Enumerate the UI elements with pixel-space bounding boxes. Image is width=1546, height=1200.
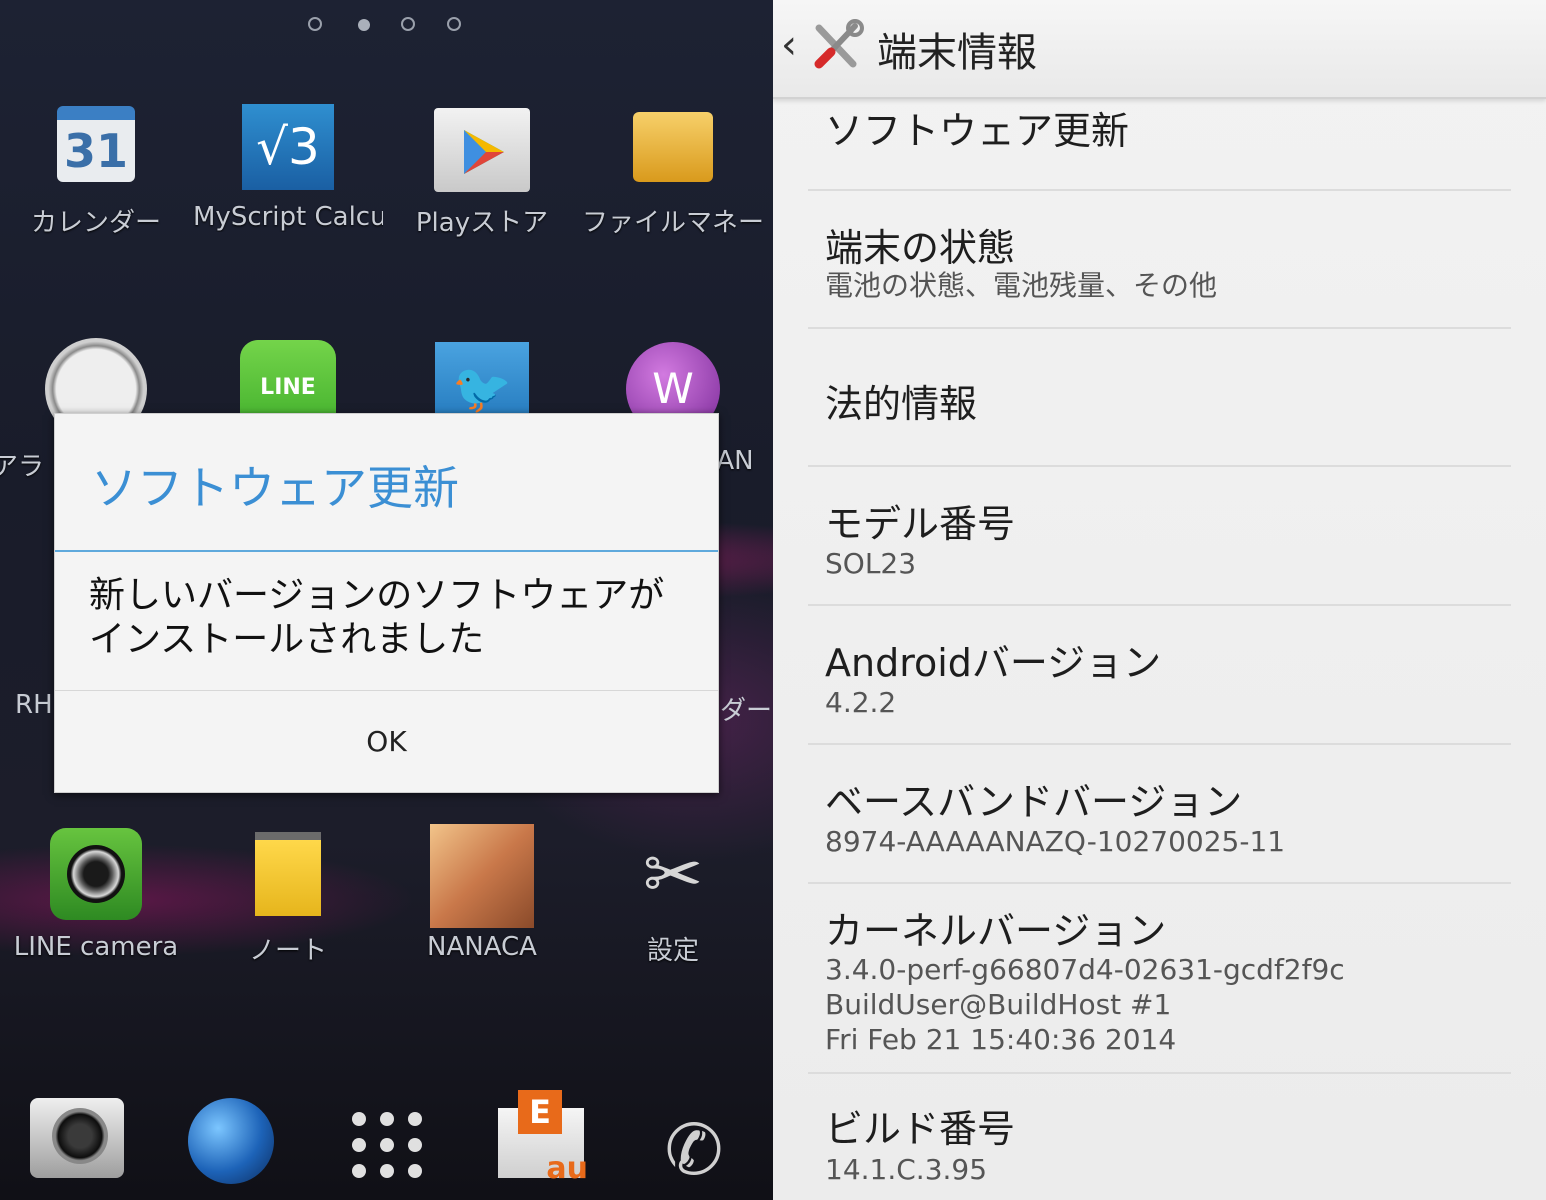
- note-icon: [255, 832, 321, 916]
- dock-browser-globe-icon[interactable]: [188, 1098, 274, 1184]
- app-play-store[interactable]: Playストア: [387, 100, 577, 240]
- grid-dot: [380, 1112, 394, 1126]
- app-label: ファイルマネー: [581, 208, 764, 238]
- item-title: カーネルバージョン: [825, 909, 1167, 953]
- app-label: LINE camera: [13, 932, 179, 962]
- calendar-icon: 31: [57, 106, 135, 182]
- list-item-device-status[interactable]: 端末の状態 電池の状態、電池残量、その他: [808, 191, 1511, 329]
- home-screen: 31 カレンダー √3 MyScript Calcu Playストア ファイルマ…: [0, 0, 773, 1200]
- play-store-icon: [434, 108, 530, 192]
- carrier-logo: au: [546, 1151, 588, 1186]
- list-item-baseband-version: ベースバンドバージョン 8974-AAAAANAZQ-10270025-11: [808, 745, 1511, 884]
- dock-email[interactable]: E au: [498, 1090, 588, 1186]
- item-subtitle: 14.1.C.3.95: [825, 1153, 988, 1186]
- item-title: ベースバンドバージョン: [825, 780, 1243, 824]
- app-label: MyScript Calcu: [193, 202, 383, 232]
- back-chevron-icon[interactable]: ‹: [781, 22, 797, 68]
- app-file-manager[interactable]: ファイルマネー: [578, 100, 768, 240]
- app-myscript-calculator[interactable]: √3 MyScript Calcu: [193, 100, 383, 240]
- item-title: モデル番号: [825, 502, 1016, 546]
- item-title: ビルド番号: [825, 1107, 1016, 1151]
- page-dot[interactable]: [308, 17, 322, 31]
- grid-dot: [408, 1112, 422, 1126]
- item-subtitle: SOL23: [825, 547, 917, 580]
- app-label-partial: RH: [15, 690, 53, 720]
- settings-device-info: ‹ 端末情報 ソフトウェア更新 端末の状態 電池の状態、電池残量、その他 法的情…: [773, 0, 1546, 1200]
- dialog-message: 新しいバージョンのソフトウェアがインストールされました: [89, 575, 665, 660]
- app-label: 設定: [646, 936, 699, 966]
- grid-dot: [352, 1112, 366, 1126]
- app-label: NANACA: [427, 932, 537, 962]
- item-subtitle: 4.2.2: [825, 686, 897, 719]
- app-note[interactable]: ノート: [193, 822, 383, 972]
- item-subtitle: 3.4.0-perf-g66807d4-02631-gcdf2f9c Build…: [825, 953, 1345, 1056]
- app-line-camera[interactable]: LINE camera: [1, 822, 191, 972]
- item-title: 端末の状態: [825, 226, 1016, 270]
- list-item-model-number: モデル番号 SOL23: [808, 467, 1511, 606]
- app-label: カレンダー: [30, 208, 161, 238]
- item-subtitle: 電池の状態、電池残量、その他: [825, 269, 1218, 302]
- settings-icon: ✂: [642, 832, 704, 916]
- app-label: ノート: [248, 936, 327, 966]
- grid-dot: [408, 1138, 422, 1152]
- dock-phone-icon[interactable]: ✆: [652, 1108, 736, 1192]
- item-title: ソフトウェア更新: [825, 109, 1130, 153]
- list-item-kernel-version: カーネルバージョン 3.4.0-perf-g66807d4-02631-gcdf…: [808, 884, 1511, 1074]
- app-calendar[interactable]: 31 カレンダー: [1, 100, 191, 240]
- page-dot[interactable]: [447, 17, 461, 31]
- file-manager-icon: [633, 112, 713, 182]
- email-badge-icon: E: [518, 1090, 562, 1134]
- list-item-legal-info[interactable]: 法的情報: [808, 329, 1511, 467]
- software-update-dialog: ソフトウェア更新 新しいバージョンのソフトウェアがインストールされました OK: [54, 413, 719, 793]
- page-dot[interactable]: [401, 17, 415, 31]
- list-item-build-number[interactable]: ビルド番号 14.1.C.3.95: [808, 1074, 1511, 1200]
- app-label-partial: ダー: [720, 696, 773, 726]
- page-indicator: [0, 14, 773, 38]
- grid-dot: [380, 1138, 394, 1152]
- item-title: 法的情報: [825, 382, 978, 426]
- calculator-icon: √3: [242, 104, 334, 190]
- app-settings[interactable]: ✂ 設定: [578, 822, 768, 972]
- grid-dot: [352, 1164, 366, 1178]
- line-camera-icon: [50, 828, 142, 920]
- settings-tools-icon[interactable]: [809, 18, 865, 74]
- action-bar: ‹ 端末情報: [773, 0, 1546, 99]
- app-nanaca[interactable]: NANACA: [387, 822, 577, 972]
- grid-dot: [380, 1164, 394, 1178]
- grid-dot: [408, 1164, 422, 1178]
- item-subtitle: 8974-AAAAANAZQ-10270025-11: [825, 825, 1286, 858]
- dock-camera[interactable]: [30, 1098, 124, 1178]
- camera-lens-icon: [52, 1108, 108, 1164]
- camera-lens-icon: [67, 845, 125, 903]
- page-title: 端末情報: [877, 30, 1037, 76]
- item-title: Androidバージョン: [825, 641, 1162, 685]
- dialog-title-divider: [55, 550, 718, 552]
- app-label: Playストア: [415, 208, 549, 238]
- dock-app-drawer[interactable]: [352, 1112, 422, 1182]
- dialog-title: ソフトウェア更新: [91, 461, 459, 515]
- nanaca-icon: [430, 824, 534, 928]
- grid-dot: [352, 1138, 366, 1152]
- page-dot-active[interactable]: [358, 19, 370, 31]
- play-triangle-icon: [464, 130, 504, 174]
- list-item-android-version[interactable]: Androidバージョン 4.2.2: [808, 606, 1511, 745]
- ok-button[interactable]: OK: [55, 691, 718, 792]
